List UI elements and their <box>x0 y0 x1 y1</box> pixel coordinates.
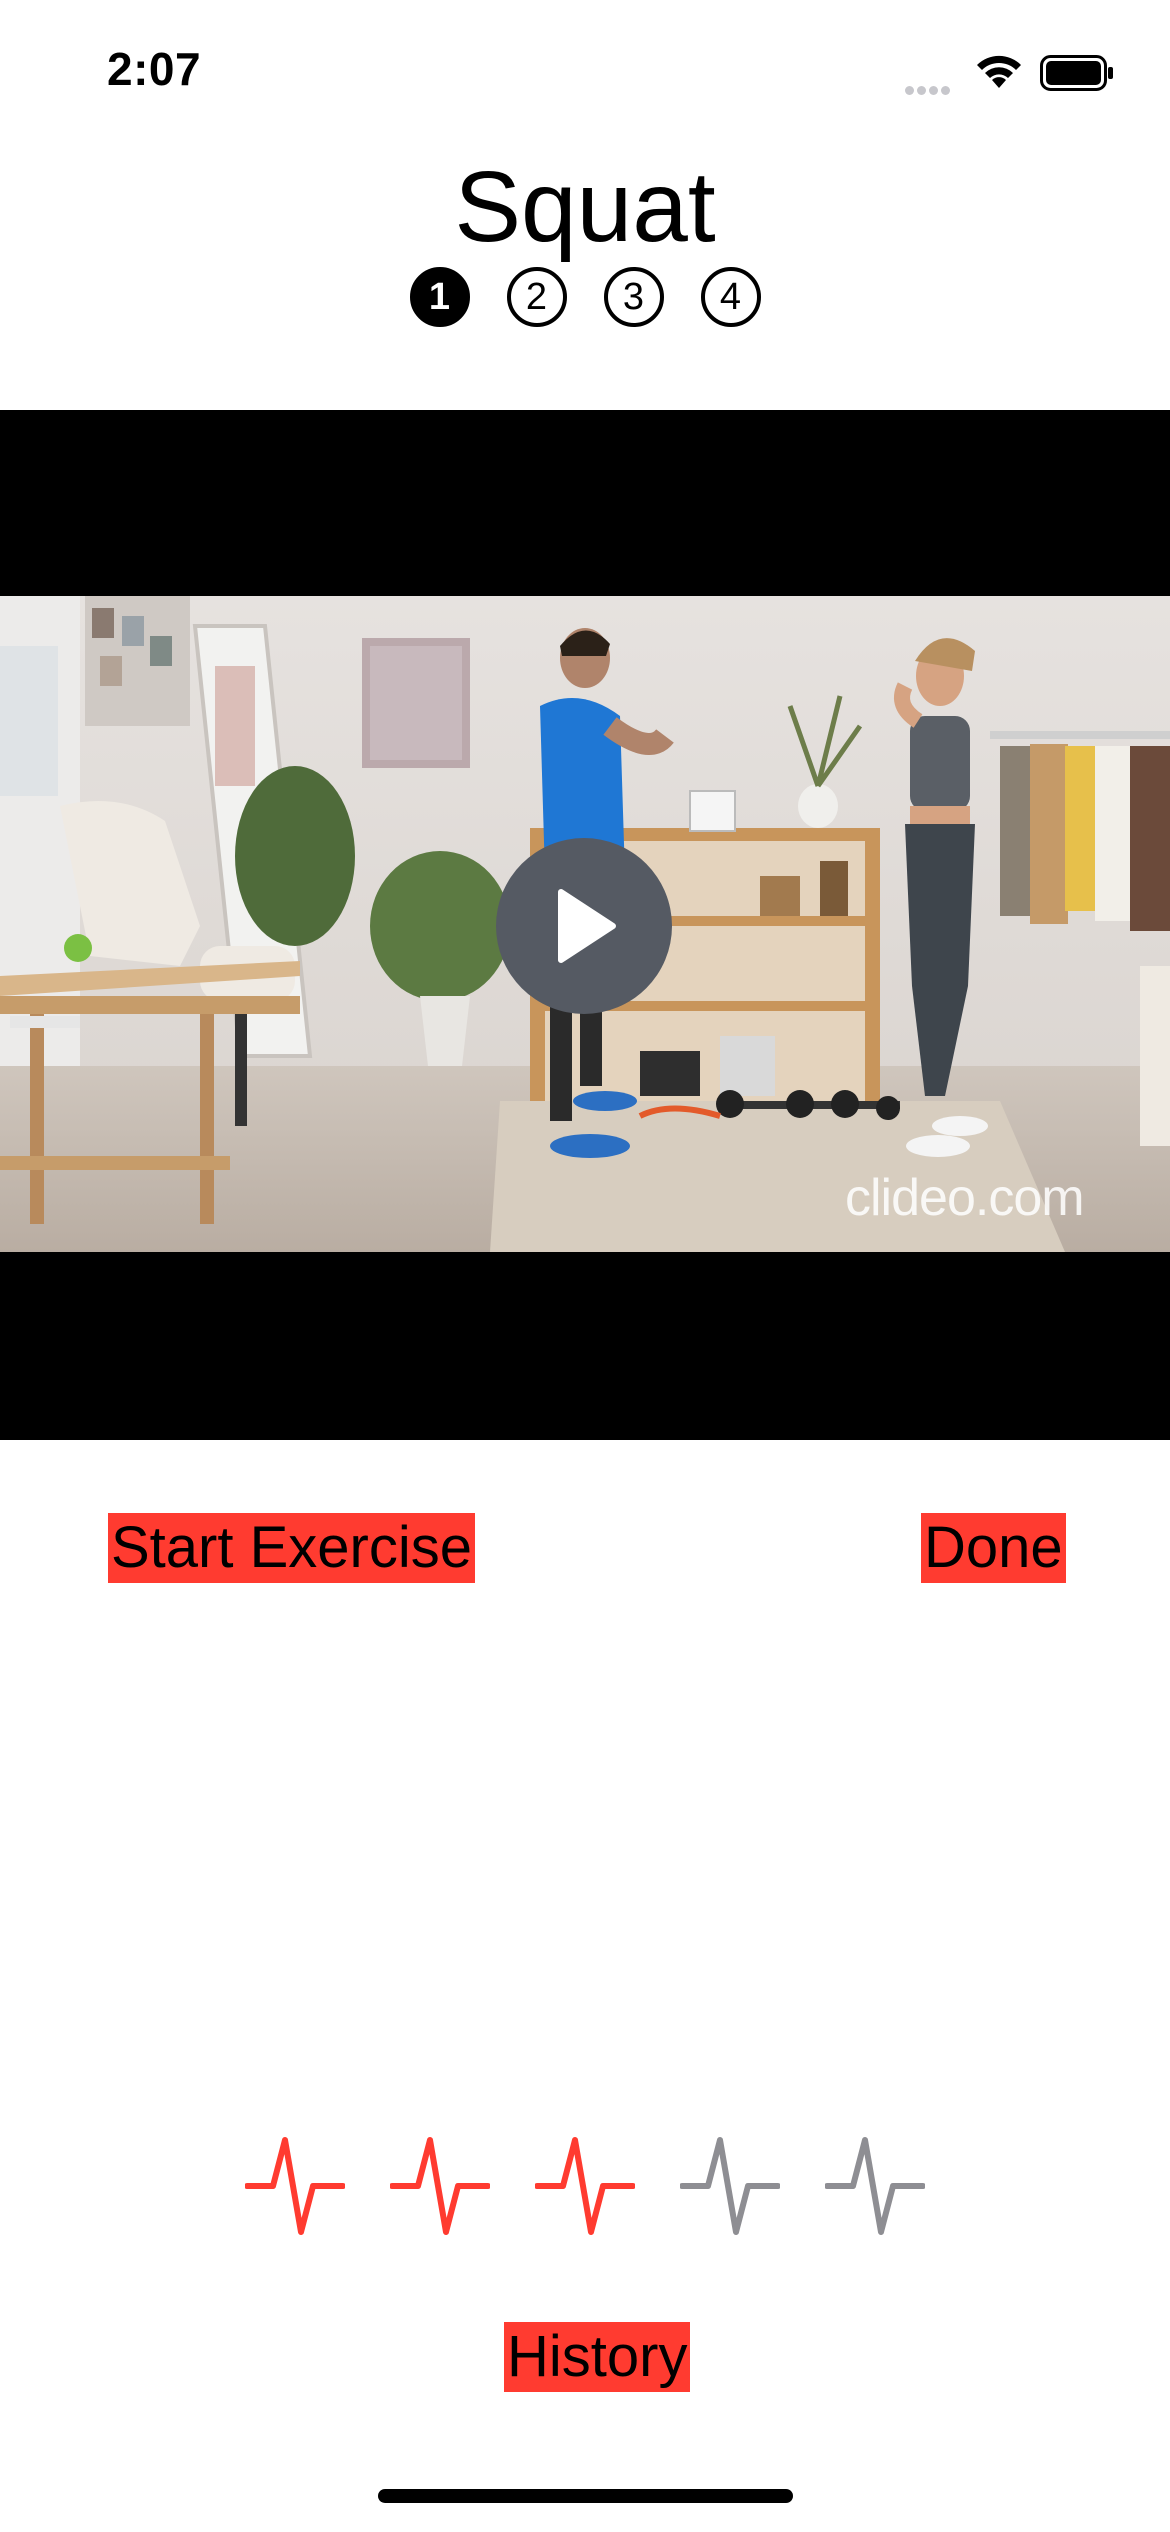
cellular-signal-icon <box>905 82 953 100</box>
start-exercise-button[interactable]: Start Exercise <box>108 1513 475 1583</box>
status-time: 2:07 <box>107 43 202 95</box>
play-icon <box>558 889 616 963</box>
done-button[interactable]: Done <box>921 1513 1066 1583</box>
video-player[interactable]: clideo.com <box>0 410 1170 1440</box>
step-3-indicator[interactable]: 3 <box>603 267 664 327</box>
home-indicator[interactable] <box>378 2489 793 2503</box>
step-4-indicator[interactable]: 4 <box>700 267 761 327</box>
exercise-title: Squat <box>454 151 716 263</box>
heart-rate-pulse-icon[interactable] <box>245 2132 345 2242</box>
wifi-icon <box>973 52 1025 95</box>
heart-rate-rating[interactable] <box>245 2132 925 2242</box>
step-1-indicator[interactable]: 1 <box>409 267 470 327</box>
heart-rate-pulse-icon[interactable] <box>680 2132 780 2242</box>
heart-rate-pulse-icon[interactable] <box>825 2132 925 2242</box>
history-button[interactable]: History <box>504 2322 691 2392</box>
video-watermark: clideo.com <box>845 1169 1085 1227</box>
step-indicator: 1234 <box>0 267 1170 327</box>
heart-rate-pulse-icon[interactable] <box>535 2132 635 2242</box>
battery-icon <box>1040 55 1114 96</box>
step-2-indicator[interactable]: 2 <box>506 267 567 327</box>
heart-rate-pulse-icon[interactable] <box>390 2132 490 2242</box>
play-button[interactable] <box>496 838 672 1014</box>
